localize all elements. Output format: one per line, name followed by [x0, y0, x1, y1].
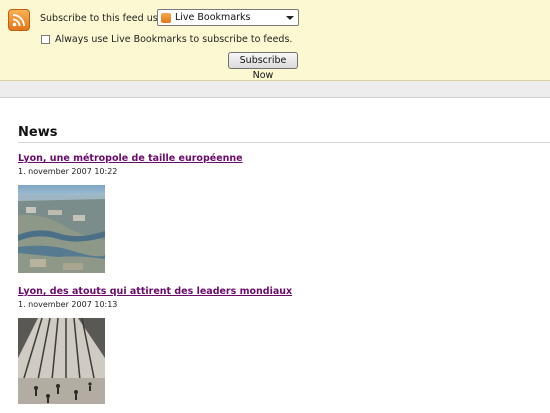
always-use-label[interactable]: Always use Live Bookmarks to subscribe t…: [55, 34, 292, 45]
atrium-interior-photo[interactable]: [18, 318, 105, 404]
subscribe-label: Subscribe to this feed using: [40, 13, 173, 24]
rss-icon: [161, 13, 171, 23]
subscribe-banner: Subscribe to this feed using Live Bookma…: [0, 0, 550, 81]
separator-strip: [0, 81, 550, 98]
always-use-checkbox[interactable]: [41, 35, 50, 44]
entry-date: 1. november 2007 10:13: [18, 300, 118, 309]
entry-title-link[interactable]: Lyon, des atouts qui attirent des leader…: [18, 286, 292, 297]
entry-title-link[interactable]: Lyon, une métropole de taille européenne: [18, 153, 243, 164]
feed-reader-selected: Live Bookmarks: [175, 12, 251, 23]
rss-feed-icon: [8, 9, 30, 31]
feed-reader-select[interactable]: Live Bookmarks: [157, 9, 299, 26]
heading-divider: [18, 142, 550, 143]
entry-date: 1. november 2007 10:22: [18, 167, 118, 176]
feed-heading: News: [18, 125, 58, 140]
subscribe-now-button[interactable]: Subscribe Now: [228, 52, 298, 81]
aerial-city-photo[interactable]: [18, 185, 105, 273]
chevron-down-icon[interactable]: [286, 16, 294, 20]
